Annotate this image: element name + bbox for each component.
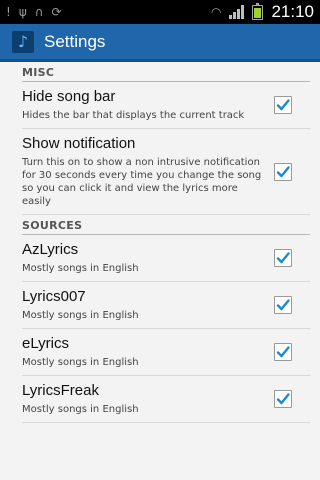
check-icon [276,346,290,358]
setting-summary: Mostly songs in English [22,404,139,415]
setting-summary: Turn this on to show a non intrusive not… [22,157,262,207]
check-icon [276,165,290,177]
check-icon [276,99,290,111]
section-header-misc: MISC [22,62,310,82]
setting-title: eLyrics [22,335,69,352]
setting-title: Hide song bar [22,88,116,105]
music-note-icon[interactable]: ♪ [12,30,34,53]
show-notification-checkbox[interactable] [274,162,292,181]
setting-text: LyricsFreak Mostly songs in English [22,382,274,416]
status-time: 21:10 [271,2,314,21]
source-lyrics007[interactable]: Lyrics007 Mostly songs in English [22,282,310,329]
setting-text: eLyrics Mostly songs in English [22,335,274,369]
status-bar: ! ψ ∩ ⟳ ◠ 21:10 [0,0,320,24]
lyrics007-checkbox[interactable] [274,296,292,314]
setting-text: Lyrics007 Mostly songs in English [22,288,274,322]
alert-icon: ! [6,5,11,19]
status-left: ! ψ ∩ ⟳ [6,6,62,18]
setting-text: Show notification Turn this on to show a… [22,135,274,208]
setting-show-notification[interactable]: Show notification Turn this on to show a… [22,129,310,215]
setting-summary: Mostly songs in English [22,357,139,368]
check-icon [276,299,290,311]
setting-title: LyricsFreak [22,382,99,399]
settings-list: MISC Hide song bar Hides the bar that di… [0,62,320,423]
setting-title: Lyrics007 [22,288,86,305]
source-lyricsfreak[interactable]: LyricsFreak Mostly songs in English [22,376,310,423]
hide-song-bar-checkbox[interactable] [274,96,292,114]
setting-text: Hide song bar Hides the bar that display… [22,88,274,122]
setting-summary: Hides the bar that displays the current … [22,110,245,121]
headphones-icon: ∩ [34,5,44,19]
setting-hide-song-bar[interactable]: Hide song bar Hides the bar that display… [22,82,310,129]
setting-title: Show notification [22,135,136,152]
action-bar: ♪ Settings [0,24,320,62]
setting-summary: Mostly songs in English [22,310,139,321]
sync-icon: ⟳ [51,5,62,19]
setting-title: AzLyrics [22,241,79,258]
elyrics-checkbox[interactable] [274,343,292,361]
check-icon [276,252,290,264]
setting-text: AzLyrics Mostly songs in English [22,241,274,275]
azlyrics-checkbox[interactable] [274,249,292,267]
status-right: ◠ 21:10 [211,2,314,22]
usb-icon: ψ [18,5,27,19]
check-icon [276,393,290,405]
signal-icon [229,5,245,19]
section-header-sources: SOURCES [22,215,310,235]
battery-icon [252,2,264,20]
source-azlyrics[interactable]: AzLyrics Mostly songs in English [22,235,310,282]
setting-summary: Mostly songs in English [22,263,139,274]
lyricsfreak-checkbox[interactable] [274,390,292,408]
source-elyrics[interactable]: eLyrics Mostly songs in English [22,329,310,376]
page-title: Settings [44,31,106,51]
wifi-icon: ◠ [210,5,222,19]
